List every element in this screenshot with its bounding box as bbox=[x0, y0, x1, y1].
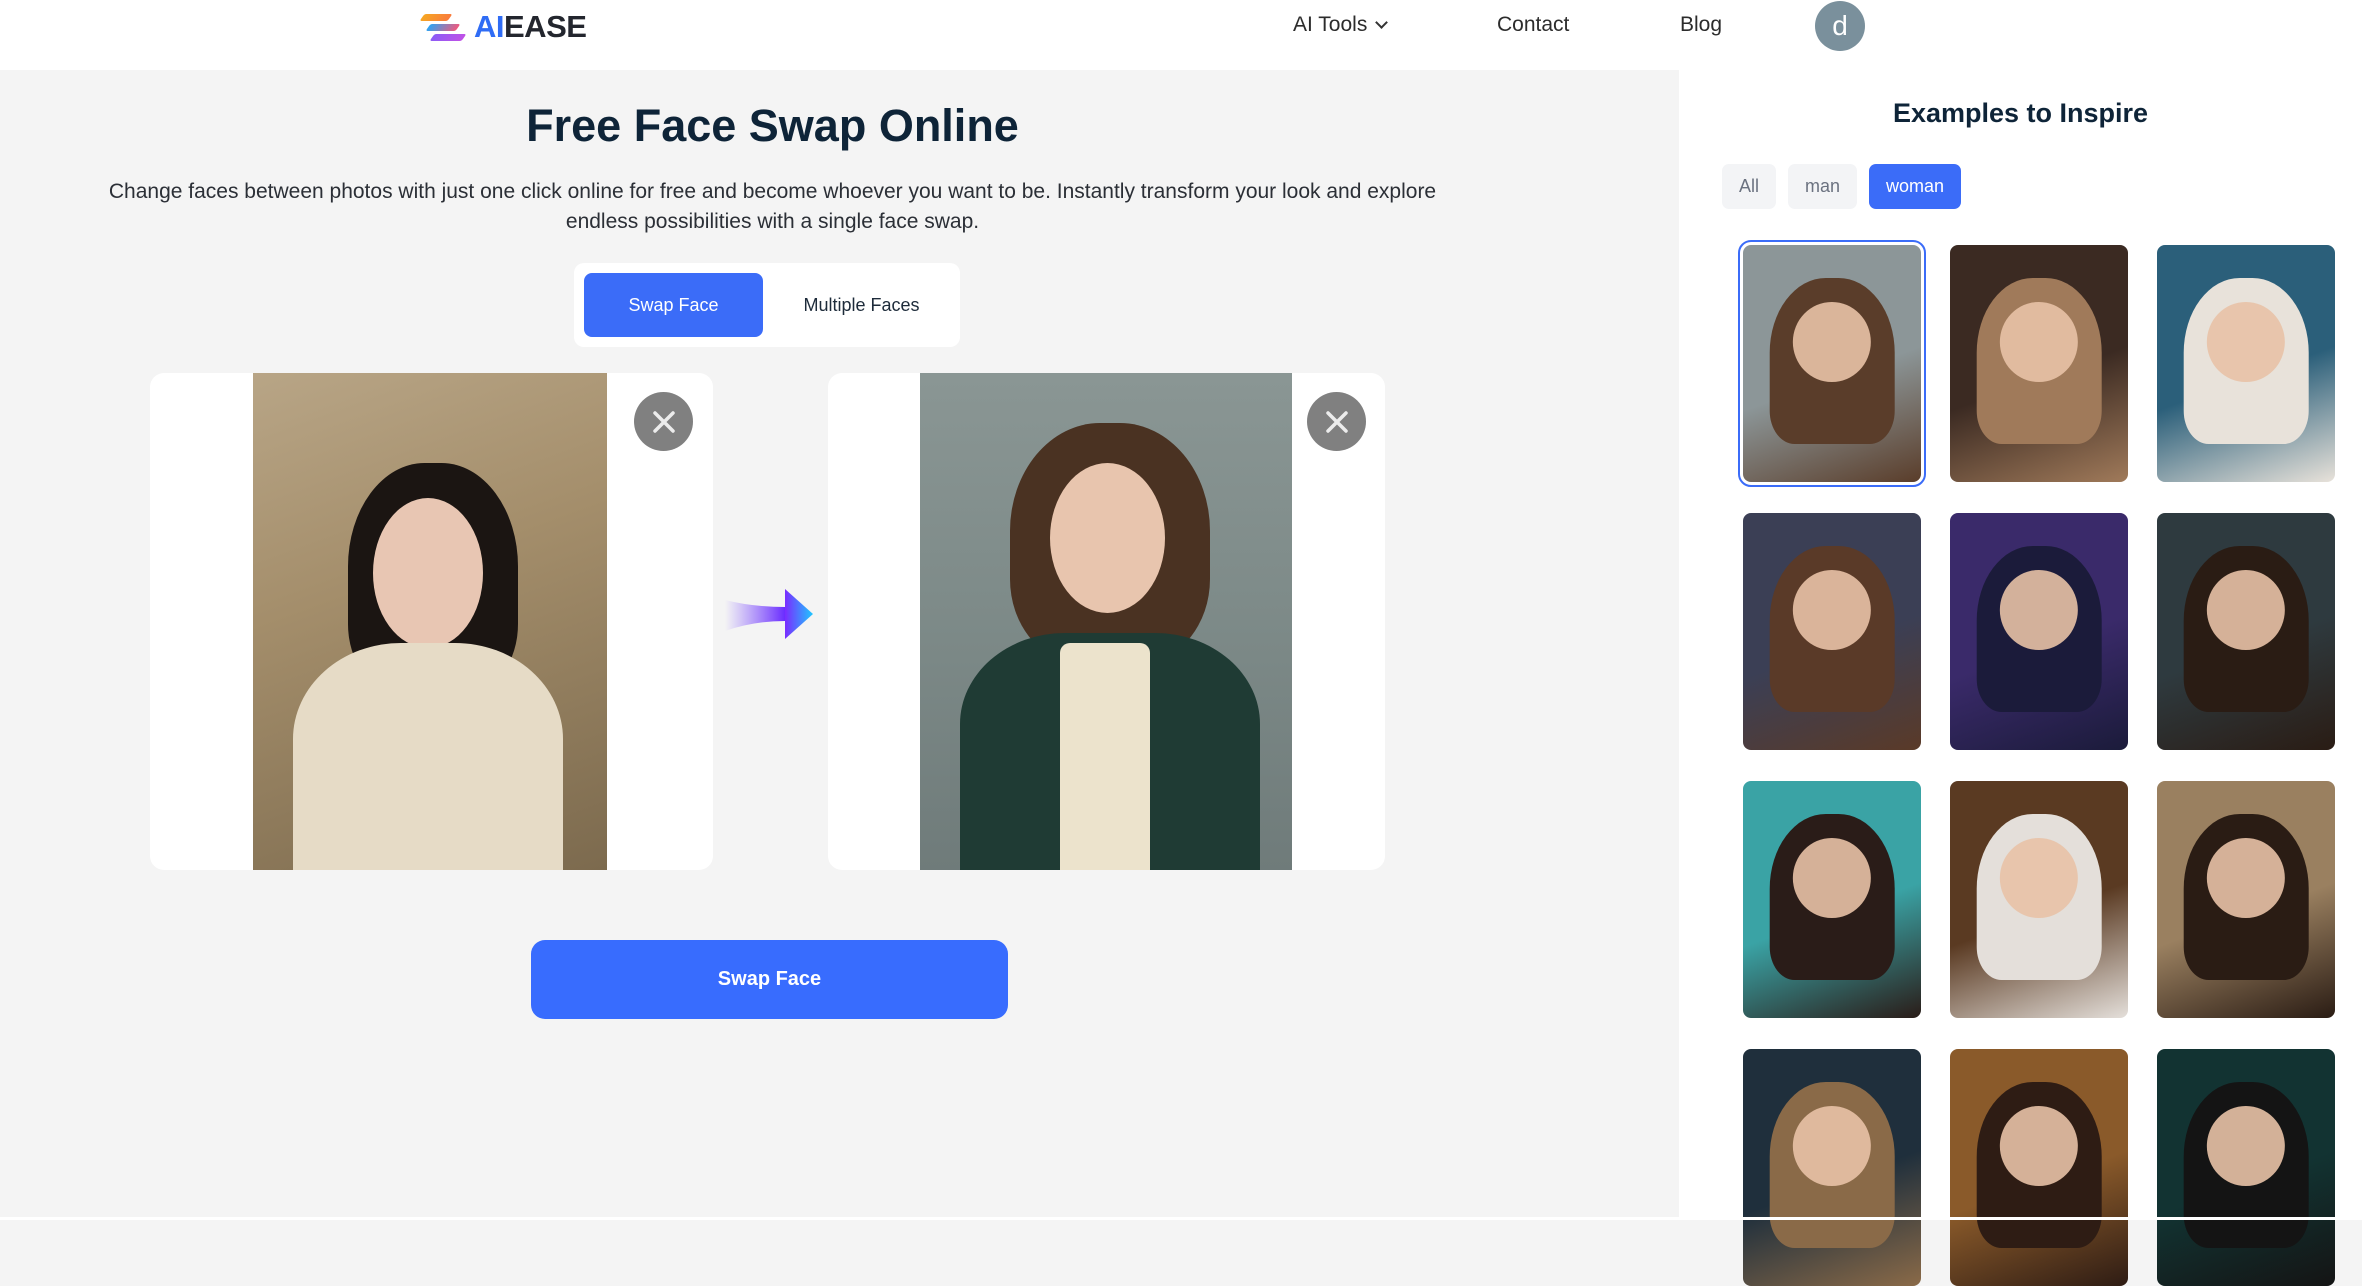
example-face bbox=[1792, 569, 1872, 651]
arrow-right-icon bbox=[725, 589, 813, 639]
tab-swap-face[interactable]: Swap Face bbox=[584, 273, 763, 337]
example-thumbnail[interactable] bbox=[1743, 513, 1921, 750]
example-filters: All man woman bbox=[1722, 164, 1962, 209]
page-description: Change faces between photos with just on… bbox=[108, 180, 1437, 233]
tab-multiple-faces[interactable]: Multiple Faces bbox=[773, 273, 950, 337]
example-face bbox=[1999, 1105, 2079, 1187]
examples-sidebar: Examples to Inspire All man woman bbox=[1679, 70, 2362, 1286]
example-face bbox=[2206, 1105, 2286, 1187]
example-thumbnail[interactable] bbox=[2157, 781, 2335, 1018]
source-image bbox=[253, 373, 607, 870]
example-face bbox=[2206, 569, 2286, 651]
example-thumbnail[interactable] bbox=[1738, 240, 1926, 487]
example-thumbnail[interactable] bbox=[2157, 1049, 2335, 1286]
remove-source-button[interactable] bbox=[634, 392, 693, 451]
example-face bbox=[1792, 301, 1872, 383]
logo-text: AIEASE bbox=[474, 9, 587, 44]
example-thumbnail[interactable] bbox=[1950, 781, 2128, 1018]
close-icon bbox=[652, 410, 675, 433]
example-thumbnail[interactable] bbox=[2157, 245, 2335, 482]
example-thumbnail[interactable] bbox=[1950, 513, 2128, 750]
face-swap-main: Free Face Swap Online Change faces betwe… bbox=[0, 70, 1679, 1217]
nav-ai-tools[interactable]: AI Tools bbox=[1293, 0, 1389, 50]
target-image bbox=[920, 373, 1292, 870]
examples-title: Examples to Inspire bbox=[1892, 98, 2149, 128]
examples-grid bbox=[1738, 240, 2335, 1286]
example-face bbox=[1792, 1105, 1872, 1187]
example-face bbox=[2206, 301, 2286, 383]
example-face bbox=[1999, 569, 2079, 651]
example-face bbox=[1792, 837, 1872, 919]
chevron-down-icon bbox=[1375, 15, 1389, 29]
mode-tabs: Swap Face Multiple Faces bbox=[574, 263, 960, 347]
remove-target-button[interactable] bbox=[1307, 392, 1366, 451]
example-face bbox=[2206, 837, 2286, 919]
filter-woman[interactable]: woman bbox=[1869, 164, 1962, 209]
example-thumbnail[interactable] bbox=[1950, 245, 2128, 482]
top-header: AIEASE AI Tools Contact Blog d bbox=[0, 0, 2362, 70]
example-thumbnail[interactable] bbox=[2157, 513, 2335, 750]
close-icon bbox=[1325, 410, 1348, 433]
source-image-card[interactable] bbox=[150, 373, 713, 870]
logo-icon bbox=[418, 12, 468, 42]
example-thumbnail[interactable] bbox=[1743, 1049, 1921, 1286]
nav-blog[interactable]: Blog bbox=[1680, 0, 1722, 50]
avatar[interactable]: d bbox=[1815, 1, 1865, 51]
example-thumbnail[interactable] bbox=[1950, 1049, 2128, 1286]
example-thumbnail[interactable] bbox=[1743, 781, 1921, 1018]
swap-face-button[interactable]: Swap Face bbox=[531, 940, 1008, 1019]
filter-all[interactable]: All bbox=[1722, 164, 1777, 209]
filter-man[interactable]: man bbox=[1788, 164, 1858, 209]
logo[interactable]: AIEASE bbox=[418, 9, 587, 44]
nav-ai-tools-label: AI Tools bbox=[1293, 13, 1368, 36]
example-face bbox=[1999, 837, 2079, 919]
example-face bbox=[1999, 301, 2079, 383]
page-title: Free Face Swap Online bbox=[526, 100, 1019, 151]
target-image-card[interactable] bbox=[828, 373, 1385, 870]
nav-contact[interactable]: Contact bbox=[1497, 0, 1569, 50]
